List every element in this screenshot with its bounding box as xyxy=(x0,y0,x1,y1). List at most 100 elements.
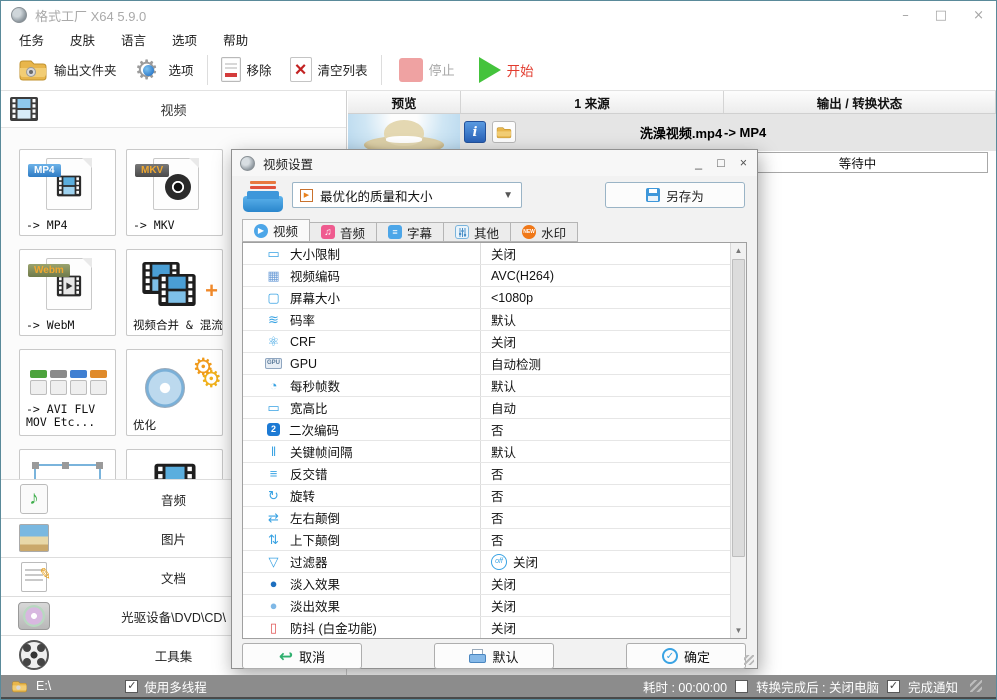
close-button[interactable]: × xyxy=(973,8,984,23)
notify-label: 完成通知 xyxy=(908,677,958,696)
setting-row[interactable]: 2 二次编码 否 xyxy=(243,419,730,441)
setting-row[interactable]: ▭ 宽高比 自动 xyxy=(243,397,730,419)
remove-label: 移除 xyxy=(247,60,272,79)
scroll-up-icon[interactable]: ▲ xyxy=(731,243,746,258)
tab-watermark[interactable]: NEW 水印 xyxy=(510,222,578,242)
profile-tray-icon xyxy=(243,180,283,212)
scroll-thumb[interactable] xyxy=(732,259,745,557)
setting-row[interactable]: ▯ 防抖 (白金功能) 关闭 xyxy=(243,617,730,638)
minimize-button[interactable]: – xyxy=(902,8,909,23)
setting-row[interactable]: ↻ 旋转 否 xyxy=(243,485,730,507)
tab-other[interactable]: 其他 xyxy=(443,222,510,242)
setting-row[interactable]: ● 淡入效果 关闭 xyxy=(243,573,730,595)
dialog-close-button[interactable]: × xyxy=(740,156,747,170)
options-button[interactable]: ⚙ 选项 xyxy=(126,51,203,89)
menu-item-language[interactable]: 语言 xyxy=(121,30,146,49)
column-output-status[interactable]: 输出 / 转换状态 xyxy=(724,91,996,113)
card-partial-crop[interactable] xyxy=(19,449,116,481)
card-label: -> WebM xyxy=(26,319,113,332)
mp4-badge: MP4 xyxy=(28,164,61,177)
fade-out-icon: ● xyxy=(265,599,282,612)
menu-item-help[interactable]: 帮助 xyxy=(223,30,248,49)
card-partial-film[interactable] xyxy=(126,449,223,481)
info-button[interactable]: i xyxy=(464,121,486,143)
output-folder-button[interactable]: 输出文件夹 xyxy=(9,51,126,89)
setting-row[interactable]: ● 淡出效果 关闭 xyxy=(243,595,730,617)
toolbar: 输出文件夹 ⚙ 选项 移除 × 清空列表 停止 开始 xyxy=(1,49,996,91)
clear-list-button[interactable]: × 清空列表 xyxy=(281,51,377,89)
open-folder-button[interactable] xyxy=(492,121,516,143)
output-format: -> MP4 xyxy=(724,125,766,140)
scroll-down-icon[interactable]: ▼ xyxy=(731,623,746,638)
setting-row[interactable]: ▢ 屏幕大小 <1080p xyxy=(243,287,730,309)
setting-value: 关闭 xyxy=(481,573,730,594)
tab-subtitle[interactable]: ≡ 字幕 xyxy=(376,222,443,242)
setting-row[interactable]: ▭ 大小限制 关闭 xyxy=(243,243,730,265)
setting-row[interactable]: ≋ 码率 默认 xyxy=(243,309,730,331)
menu-item-task[interactable]: 任务 xyxy=(19,30,44,49)
default-button[interactable]: 默认 xyxy=(434,643,554,669)
dialog-minimize-button[interactable]: _ xyxy=(695,156,702,170)
cancel-button[interactable]: ↩ 取消 xyxy=(242,643,362,669)
task-row[interactable]: i 洗澡视频.mp4 -> MP4 xyxy=(348,114,996,151)
crf-icon: ⚛ xyxy=(265,335,282,348)
setting-row[interactable]: ‖ 关键帧间隔 默认 xyxy=(243,441,730,463)
menu-item-options[interactable]: 选项 xyxy=(172,30,197,49)
remove-button[interactable]: 移除 xyxy=(212,51,281,89)
card-to-mkv[interactable]: MKV -> MKV xyxy=(126,149,223,236)
card-video-merge[interactable]: + 视频合并 & 混流 xyxy=(126,249,223,336)
setting-row[interactable]: ⚛ CRF 关闭 xyxy=(243,331,730,353)
tab-label: 视频 xyxy=(273,221,298,240)
setting-row[interactable]: GPU GPU 自动检测 xyxy=(243,353,730,375)
dialog-titlebar: 视频设置 _ □ × xyxy=(232,150,757,176)
quality-preset-select[interactable]: ▶ 最优化的质量和大小 ▼ xyxy=(292,182,522,208)
film-reel-icon xyxy=(17,639,51,671)
output-drive-label[interactable]: E:\ xyxy=(36,679,51,693)
ok-button[interactable]: ✓ 确定 xyxy=(626,643,746,669)
subtitle-tab-icon: ≡ xyxy=(388,225,402,239)
tab-label: 字幕 xyxy=(407,223,432,242)
setting-row[interactable]: ▦ 视频编码 AVC(H264) xyxy=(243,265,730,287)
setting-value: 关闭 xyxy=(481,331,730,352)
save-as-button[interactable]: 另存为 xyxy=(605,182,745,208)
preview-thumbnail[interactable] xyxy=(348,114,460,151)
setting-row[interactable]: ⇅ 上下颠倒 否 xyxy=(243,529,730,551)
setting-value: 默认 xyxy=(481,375,730,396)
app-window: 格式工厂 X64 5.9.0 – □ × 任务 皮肤 语言 选项 帮助 输出文件… xyxy=(0,0,997,700)
notify-checkbox[interactable]: ✓ xyxy=(887,680,900,693)
stop-button[interactable]: 停止 xyxy=(390,51,464,89)
card-to-avi-flv-mov[interactable]: -> AVI FLV MOV Etc... xyxy=(19,349,116,436)
column-source[interactable]: 1 来源 xyxy=(461,91,724,113)
folder-icon xyxy=(18,58,48,82)
preset-value: 最优化的质量和大小 xyxy=(320,186,433,205)
shutdown-checkbox[interactable] xyxy=(735,680,748,693)
setting-label: CRF xyxy=(290,335,316,349)
start-button[interactable]: 开始 xyxy=(470,51,543,89)
setting-value: AVC(H264) xyxy=(481,265,730,286)
dialog-icon xyxy=(240,156,255,171)
card-to-webm[interactable]: Webm -> WebM xyxy=(19,249,116,336)
gear-icon: ⚙ xyxy=(135,56,163,84)
setting-label: 视频编码 xyxy=(290,266,340,285)
video-category-header[interactable]: 视频 xyxy=(1,91,346,128)
tab-audio[interactable]: ♫ 音频 xyxy=(310,222,376,242)
tab-video[interactable]: ▶ 视频 xyxy=(242,219,310,242)
setting-row[interactable]: ≡ 反交错 否 xyxy=(243,463,730,485)
mkv-badge: MKV xyxy=(135,164,169,177)
dialog-maximize-button[interactable]: □ xyxy=(717,156,725,170)
card-optimize[interactable]: ⚙ 优化 xyxy=(126,349,223,436)
window-title: 格式工厂 X64 5.9.0 xyxy=(35,6,146,25)
card-to-mp4[interactable]: MP4 -> MP4 xyxy=(19,149,116,236)
maximize-button[interactable]: □ xyxy=(935,8,947,23)
setting-row[interactable]: ◔ 每秒帧数 默认 xyxy=(243,375,730,397)
dialog-resize-grip[interactable] xyxy=(744,655,754,665)
screen-size-icon: ▢ xyxy=(265,291,282,304)
column-preview[interactable]: 预览 xyxy=(348,91,461,113)
setting-row[interactable]: ⇄ 左右颠倒 否 xyxy=(243,507,730,529)
multithread-checkbox[interactable]: ✓ xyxy=(125,680,138,693)
disc-device-icon xyxy=(17,600,51,632)
window-resize-grip[interactable] xyxy=(970,680,982,692)
settings-scrollbar[interactable]: ▲ ▼ xyxy=(730,243,746,638)
menu-item-skin[interactable]: 皮肤 xyxy=(70,30,95,49)
setting-row[interactable]: ▽ 过滤器 off 关闭 xyxy=(243,551,730,573)
